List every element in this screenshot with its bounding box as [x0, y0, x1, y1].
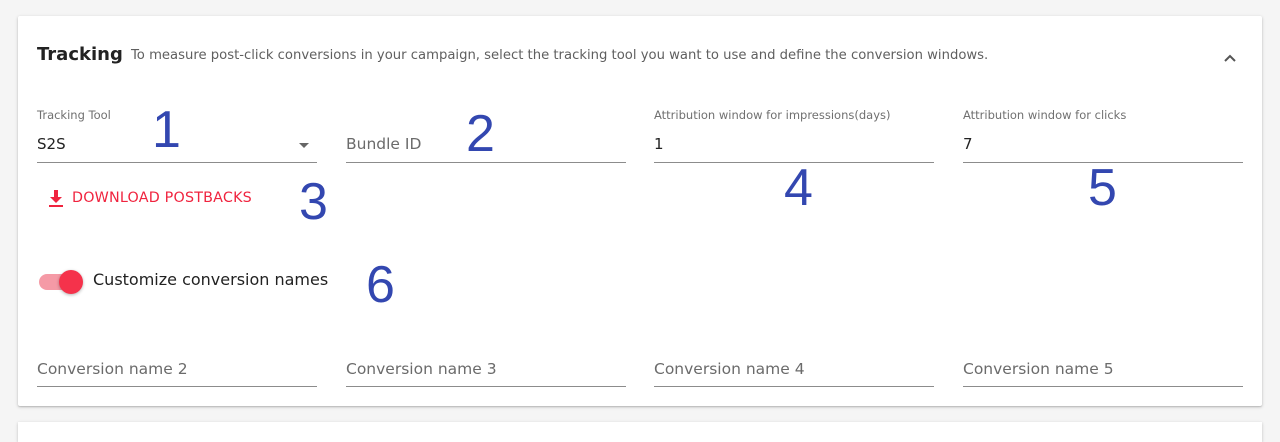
annotation-5: 5 — [1088, 159, 1117, 217]
attribution-impressions-input[interactable]: Attribution window for impressions(days)… — [654, 106, 934, 163]
customize-conversion-names-toggle[interactable] — [38, 268, 84, 294]
tracking-tool-value: S2S — [37, 135, 66, 153]
toggle-label: Customize conversion names — [93, 270, 329, 289]
download-postbacks-label: DOWNLOAD POSTBACKS — [72, 190, 252, 206]
conversion-name-2-input[interactable]: Conversion name 2 — [37, 352, 317, 387]
conversion-name-2-placeholder: Conversion name 2 — [37, 360, 188, 378]
download-postbacks-button[interactable]: DOWNLOAD POSTBACKS — [48, 184, 252, 212]
attribution-impressions-label: Attribution window for impressions(days) — [654, 108, 891, 122]
annotation-6: 6 — [366, 256, 395, 314]
attribution-clicks-input[interactable]: Attribution window for clicks 7 — [963, 106, 1243, 163]
annotation-3: 3 — [299, 173, 328, 231]
bundle-id-placeholder: Bundle ID — [346, 135, 422, 153]
chevron-up-icon — [1224, 54, 1236, 62]
conversion-name-5-input[interactable]: Conversion name 5 — [963, 352, 1243, 387]
section-title: Tracking — [37, 44, 123, 65]
section-description: To measure post-click conversions in you… — [131, 48, 989, 63]
tracking-tool-label: Tracking Tool — [37, 108, 111, 122]
conversion-name-4-input[interactable]: Conversion name 4 — [654, 352, 934, 387]
conversion-name-4-placeholder: Conversion name 4 — [654, 360, 805, 378]
download-icon — [49, 190, 63, 207]
dropdown-arrow-icon — [299, 143, 309, 148]
annotation-4: 4 — [784, 159, 813, 217]
collapse-button[interactable] — [1218, 47, 1242, 71]
conversion-name-3-placeholder: Conversion name 3 — [346, 360, 497, 378]
conversion-name-3-input[interactable]: Conversion name 3 — [346, 352, 626, 387]
attribution-impressions-value: 1 — [654, 135, 664, 153]
annotation-2: 2 — [466, 105, 495, 163]
tracking-card: Tracking To measure post-click conversio… — [18, 16, 1262, 406]
annotation-1: 1 — [152, 101, 181, 159]
toggle-thumb — [59, 270, 83, 294]
conversion-name-5-placeholder: Conversion name 5 — [963, 360, 1114, 378]
attribution-clicks-value: 7 — [963, 135, 973, 153]
next-card — [18, 422, 1262, 442]
attribution-clicks-label: Attribution window for clicks — [963, 108, 1127, 122]
